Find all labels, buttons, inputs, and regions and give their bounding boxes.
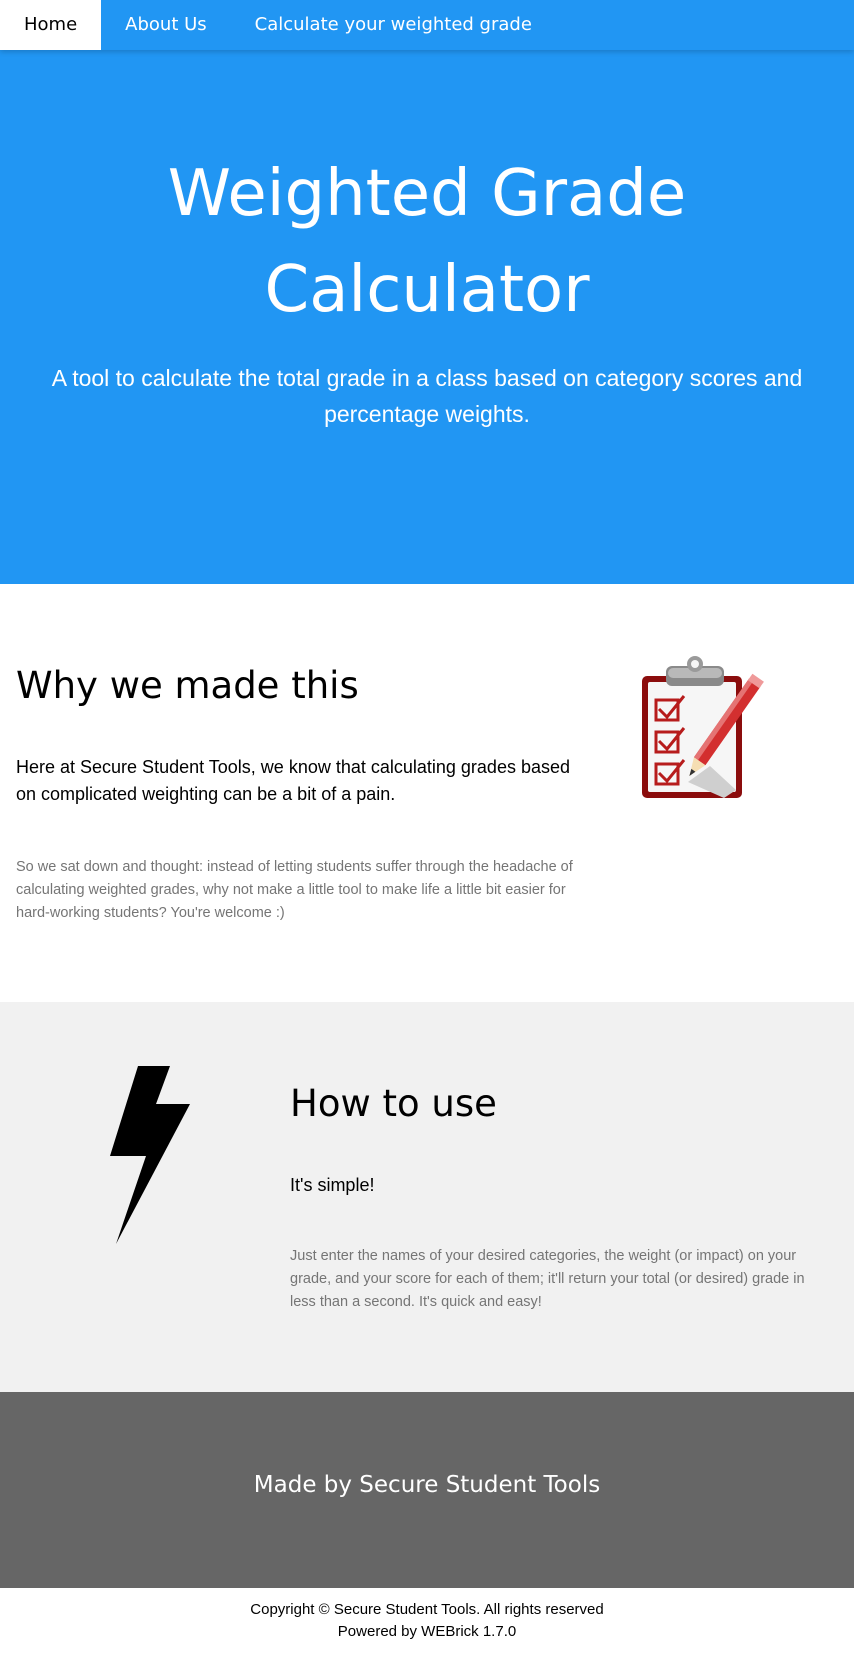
clipboard-checklist-icon <box>642 656 764 798</box>
nav-home-link[interactable]: Home <box>0 0 102 50</box>
footer-made-by: Made by Secure Student Tools <box>253 1472 601 1498</box>
how-section: How to use It's simple! Just enter the n… <box>0 1002 854 1392</box>
why-body: So we sat down and thought: instead of l… <box>16 859 573 921</box>
top-navbar: Home About Us Calculate your weighted gr… <box>0 0 854 50</box>
bottom-bar: Copyright © Secure Student Tools. All ri… <box>0 1588 854 1663</box>
hero-title: Weighted Grade Calculator <box>167 157 687 327</box>
hero-subtitle: A tool to calculate the total grade in a… <box>51 365 803 427</box>
nav-about-link[interactable]: About Us <box>101 0 231 50</box>
why-heading: Why we made this <box>16 664 359 707</box>
footer-band: Made by Secure Student Tools <box>0 1392 854 1588</box>
powered-by-text: Powered by WEBrick 1.7.0 <box>337 1623 517 1640</box>
nav-calculate-link[interactable]: Calculate your weighted grade <box>231 0 556 50</box>
why-lead: Here at Secure Student Tools, we know th… <box>16 757 571 804</box>
hero-section: Weighted Grade Calculator A tool to calc… <box>0 50 854 584</box>
why-section: Why we made this Here at Secure Student … <box>0 584 854 1002</box>
how-heading: How to use <box>290 1082 497 1125</box>
how-lead: It's simple! <box>290 1175 375 1195</box>
how-body: Just enter the names of your desired cat… <box>290 1248 805 1310</box>
copyright-text: Copyright © Secure Student Tools. All ri… <box>250 1601 604 1618</box>
lightning-bolt-icon <box>110 1066 190 1244</box>
